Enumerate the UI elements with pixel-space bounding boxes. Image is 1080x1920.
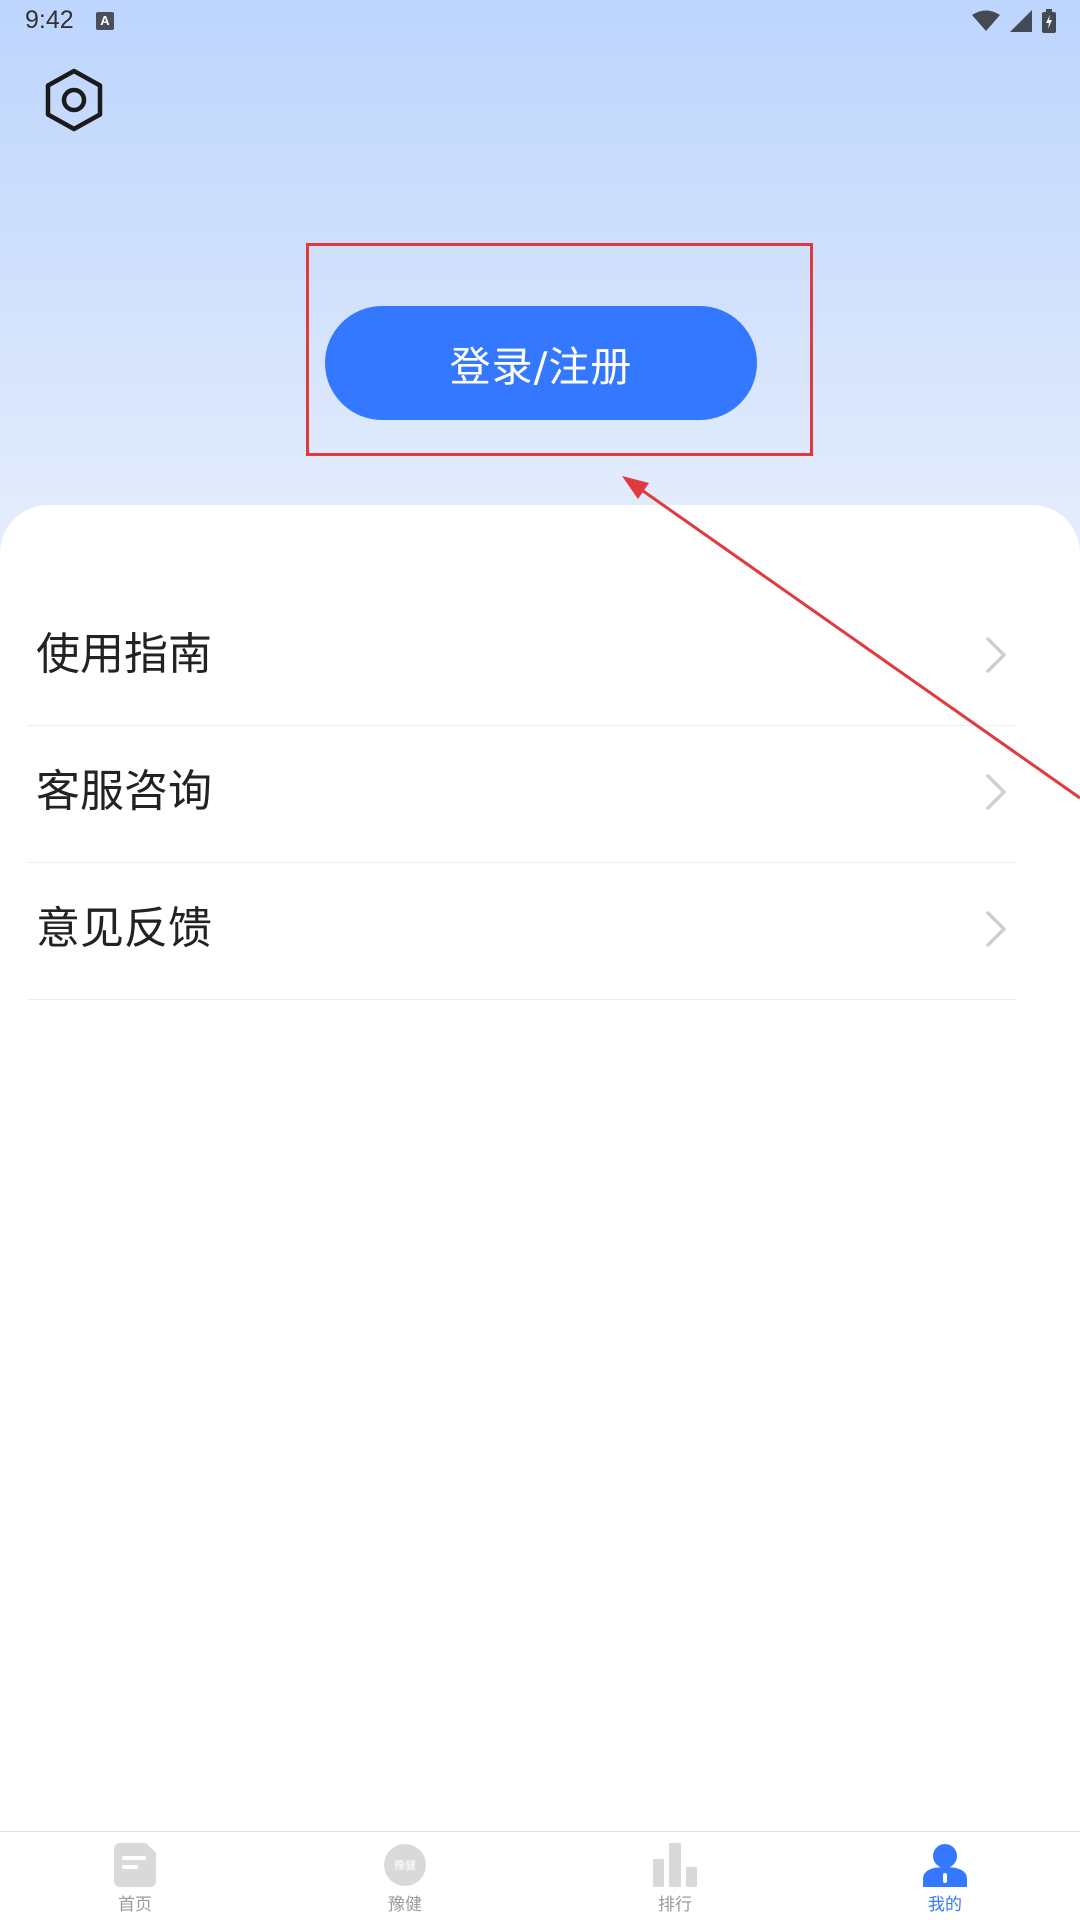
chevron-right-icon bbox=[986, 911, 1006, 947]
yujian-logo-text: 豫健 bbox=[384, 1844, 426, 1886]
tab-label: 首页 bbox=[118, 1895, 152, 1915]
status-bar: 9:42 A bbox=[0, 0, 1080, 44]
wifi-icon bbox=[972, 10, 1000, 31]
tab-mine[interactable]: 我的 bbox=[810, 1832, 1080, 1920]
tab-ranking[interactable]: 排行 bbox=[540, 1832, 810, 1920]
status-icons bbox=[972, 8, 1056, 34]
battery-icon bbox=[1042, 9, 1056, 33]
menu-list: 使用指南 客服咨询 意见反馈 bbox=[28, 589, 1016, 1000]
settings-button[interactable] bbox=[40, 66, 108, 134]
tab-label: 我的 bbox=[928, 1895, 962, 1915]
yujian-logo-icon: 豫健 bbox=[382, 1842, 428, 1888]
cellular-signal-icon bbox=[1010, 10, 1032, 32]
chevron-right-icon bbox=[986, 637, 1006, 673]
menu-item-user-guide[interactable]: 使用指南 bbox=[28, 589, 1016, 726]
notification-a-icon: A bbox=[96, 12, 114, 30]
tab-yujian[interactable]: 豫健 豫健 bbox=[270, 1832, 540, 1920]
bar-chart-icon bbox=[652, 1842, 698, 1888]
menu-item-feedback[interactable]: 意见反馈 bbox=[28, 863, 1016, 1000]
hexagon-settings-icon bbox=[45, 68, 103, 132]
tab-label: 豫健 bbox=[388, 1895, 422, 1915]
menu-item-label: 使用指南 bbox=[36, 629, 212, 680]
chevron-right-icon bbox=[986, 774, 1006, 810]
login-register-button[interactable]: 登录/注册 bbox=[325, 306, 757, 420]
menu-item-label: 客服咨询 bbox=[36, 766, 212, 817]
user-icon bbox=[922, 1842, 968, 1888]
status-time: 9:42 bbox=[25, 6, 74, 34]
menu-item-customer-service[interactable]: 客服咨询 bbox=[28, 726, 1016, 863]
document-icon bbox=[112, 1842, 158, 1888]
tab-home[interactable]: 首页 bbox=[0, 1832, 270, 1920]
tab-label: 排行 bbox=[658, 1895, 692, 1915]
bottom-tab-bar: 首页 豫健 豫健 排行 我的 bbox=[0, 1831, 1080, 1920]
menu-item-label: 意见反馈 bbox=[36, 903, 212, 954]
